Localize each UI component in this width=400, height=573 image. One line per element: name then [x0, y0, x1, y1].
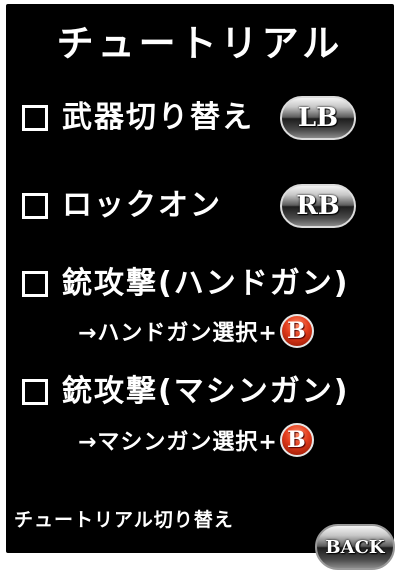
tutorial-item-handgun[interactable]: 銃攻撃(ハンドガン) [22, 266, 349, 302]
handgun-hint: →ハンドガン選択+ B [78, 314, 314, 348]
b-button-icon: B [279, 423, 314, 457]
checkbox[interactable] [22, 379, 48, 405]
tutorial-panel: チュートリアル 武器切り替え LB ロックオン RB 銃攻撃(ハンドガン) →ハ… [6, 4, 394, 553]
checkbox[interactable] [22, 193, 48, 219]
machinegun-hint: →マシンガン選択+ B [78, 423, 314, 457]
rb-button-icon: RB [280, 184, 356, 228]
item-label: 銃攻撃(ハンドガン) [62, 266, 350, 301]
item-label: ロックオン [62, 188, 222, 223]
checkbox[interactable] [22, 105, 48, 131]
tutorial-item-weapon-switch[interactable]: 武器切り替え [22, 100, 254, 136]
lb-button-icon: LB [280, 96, 356, 140]
hint-text: →マシンガン選択+ [78, 430, 278, 455]
tutorial-toggle-link[interactable]: チュートリアル切り替え [14, 505, 234, 532]
checkbox[interactable] [22, 271, 48, 297]
back-button[interactable]: BACK [315, 524, 395, 570]
hint-text: →ハンドガン選択+ [78, 321, 278, 346]
tutorial-item-lock-on[interactable]: ロックオン [22, 188, 222, 224]
item-label: 武器切り替え [62, 100, 254, 135]
item-label: 銃攻撃(マシンガン) [62, 374, 350, 409]
panel-title: チュートリアル [56, 22, 344, 65]
tutorial-item-machinegun[interactable]: 銃攻撃(マシンガン) [22, 374, 349, 410]
b-button-icon: B [279, 314, 314, 348]
